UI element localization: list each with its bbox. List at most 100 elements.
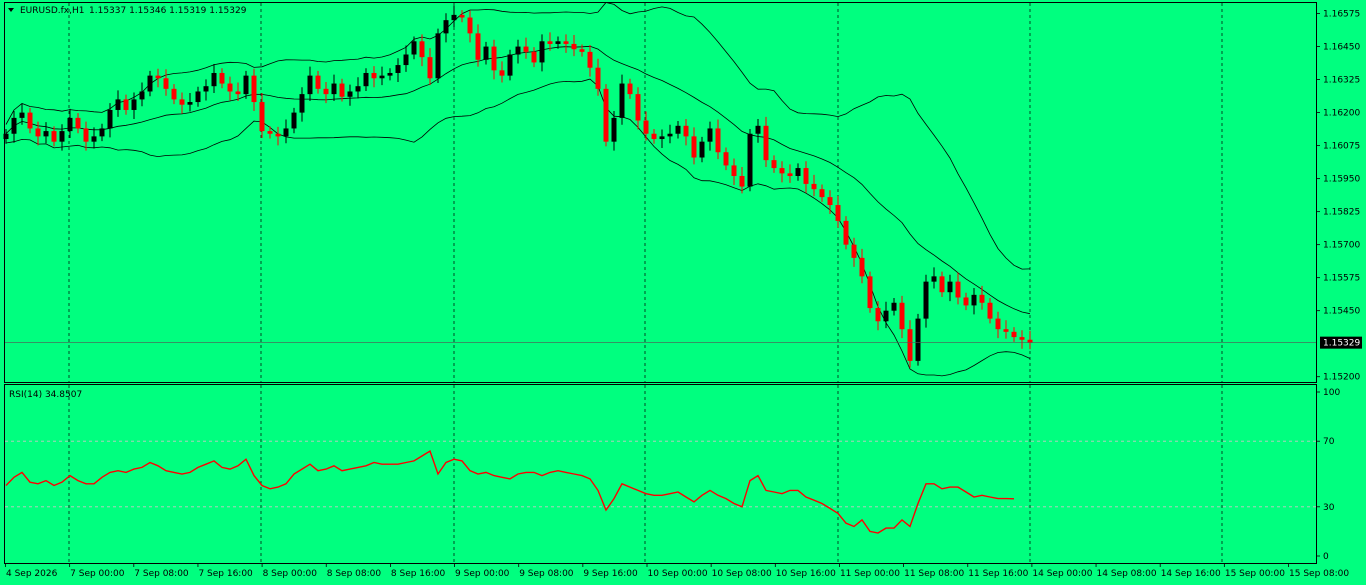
candle-body [795,168,801,176]
candle-body [867,276,873,309]
candle-body [203,86,209,92]
candle-body [179,99,185,105]
candle-body [155,75,161,79]
time-tick-label: 7 Sep 08:00 [134,569,189,579]
candle-body [267,131,273,134]
candle-body [219,72,225,84]
candle-body [315,75,321,89]
candle-body [723,152,729,166]
candle-body [443,20,449,34]
candle-body [171,88,177,100]
candle-body [299,94,305,113]
price-tick-label: 1.16075 [1323,142,1360,152]
candle-body [331,83,337,95]
candle-body [355,86,361,92]
price-tick-label: 1.15950 [1323,175,1360,185]
candle-body [123,99,129,110]
candle-body [843,220,849,245]
candle-body [67,117,73,132]
candle-body [963,297,969,306]
price-tick-label: 1.15450 [1323,307,1360,317]
time-tick-label: 10 Sep 00:00 [648,569,708,579]
candle-body [603,88,609,142]
candle-body [27,112,33,129]
candle-body [939,276,945,293]
time-tick-label: 14 Sep 00:00 [1032,569,1092,579]
candle-body [699,141,705,158]
price-tick-label: 1.16325 [1323,76,1360,86]
rsi-header-label: RSI(14) 34.8507 [9,390,82,400]
trading-chart[interactable]: EURUSD.fx,H1 1.15337 1.15346 1.15319 1.1… [0,0,1366,585]
candle-body [499,70,505,76]
candle-body [971,294,977,306]
candle-body [483,46,489,60]
time-axis: 4 Sep 2026 7 Sep 00:00 7 Sep 08:00 7 Sep 16… [5,563,1349,579]
candle-body [643,120,649,134]
ohlc-readout: 1.15337 1.15346 1.15319 1.15329 [89,6,247,16]
triangle-down-icon[interactable] [8,8,14,12]
candle-body [347,91,353,97]
candle-body [251,75,257,103]
candle-body [243,75,249,95]
rsi-axis: 100 70 30 0 [1316,388,1340,562]
candle-body [915,318,921,361]
candle-body [619,83,625,118]
candle-body [51,131,57,142]
price-tick-label: 1.15575 [1323,274,1360,284]
candle-body [291,112,297,129]
candle-body [475,33,481,60]
candle-body [235,91,241,95]
current-price-label: 1.15329 [1323,339,1360,349]
candle-body [427,57,433,79]
candle-body [811,183,817,190]
candle-body [11,117,17,134]
candle-body [627,83,633,95]
candle-body [851,244,857,258]
rsi-line [5,449,1015,534]
candle-body [307,75,313,95]
price-tick-label: 1.16450 [1323,43,1360,53]
time-tick-label: 15 Sep 08:00 [1289,569,1349,579]
candle-body [147,75,153,92]
candle-body [883,310,889,322]
time-tick-label: 8 Sep 16:00 [391,569,446,579]
candle-body [283,128,289,137]
candlestick-series [3,5,1033,368]
candle-body [635,94,641,121]
candle-body [1003,329,1009,332]
candle-body [451,14,457,21]
candle-body [987,302,993,319]
price-panel-frame [4,2,1317,383]
candle-body [419,41,425,58]
candle-body [691,136,697,158]
candle-body [435,33,441,79]
candle-body [611,117,617,142]
candle-body [187,102,193,105]
time-tick-label: 11 Sep 00:00 [840,569,900,579]
candle-body [995,318,1001,330]
candle-body [979,294,985,303]
candle-body [195,91,201,103]
time-tick-label: 8 Sep 00:00 [263,569,318,579]
candle-body [515,46,521,55]
candle-body [779,168,785,174]
candle-body [1019,337,1025,340]
candle-body [771,160,777,169]
rsi-panel-frame [4,384,1317,564]
candle-body [747,133,753,187]
band-lower-line [5,78,1031,377]
candle-body [931,276,937,282]
time-tick-label: 9 Sep 08:00 [519,569,574,579]
candle-body [3,133,9,140]
time-tick-label: 4 Sep 2026 [6,569,58,579]
candle-body [907,329,913,361]
candle-body [163,78,169,89]
candle-body [579,49,585,52]
time-tick-label: 10 Sep 16:00 [776,569,836,579]
band-middle-line [5,45,1031,315]
candle-body [715,128,721,153]
candle-body [395,65,401,73]
rsi-tick-label: 0 [1323,552,1329,562]
candle-body [667,133,673,137]
candle-body [323,88,329,95]
